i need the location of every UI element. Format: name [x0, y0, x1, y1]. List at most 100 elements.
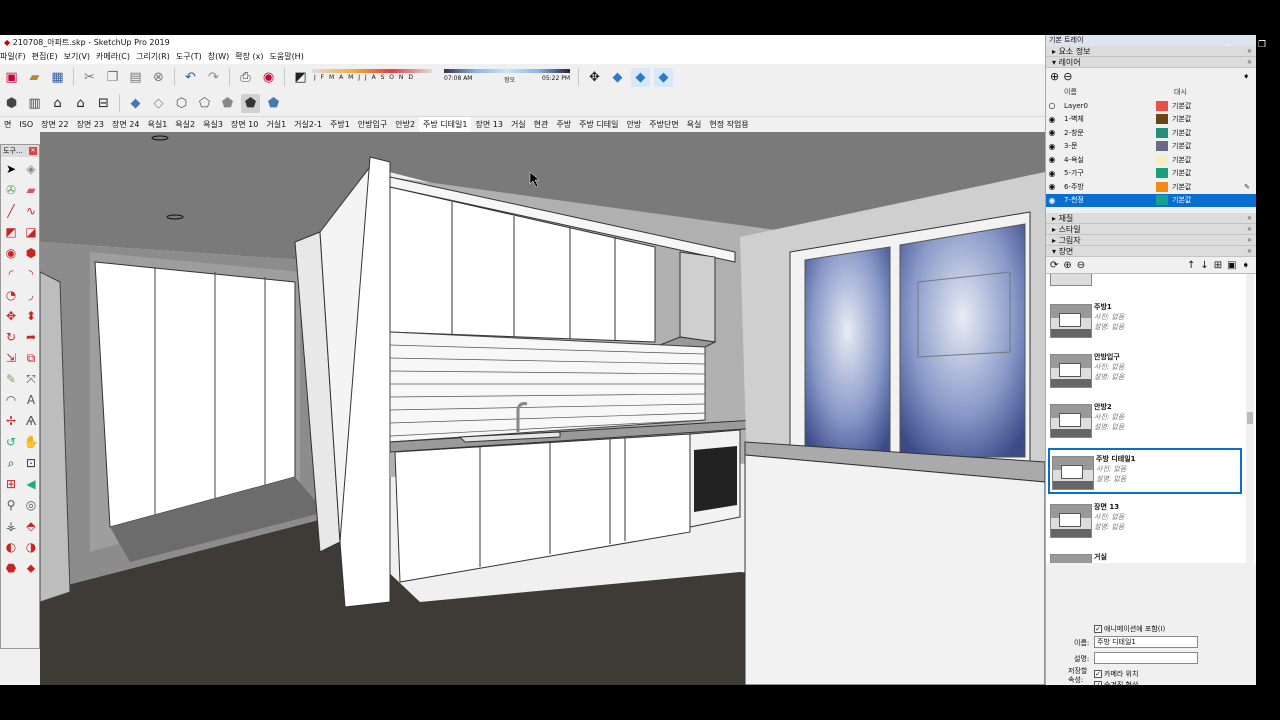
iso-view-icon[interactable]: ⬢ — [2, 94, 21, 113]
layer-dash[interactable]: 기본값 — [1172, 195, 1232, 205]
walk-tool-icon[interactable]: ⚶ — [2, 517, 20, 535]
menu-draw[interactable]: 그리기(R) — [136, 50, 176, 64]
scene-tab[interactable]: 현정 작업용 — [705, 117, 752, 132]
layer-row[interactable]: ◉ 2-창문 기본값 — [1046, 126, 1256, 140]
scene-tab[interactable]: 거실1 — [262, 117, 290, 132]
eye-icon[interactable]: ◉ — [1046, 142, 1058, 151]
layer-dash[interactable]: 기본값 — [1172, 155, 1232, 165]
undo-icon[interactable]: ↶ — [181, 68, 200, 87]
scene-tab[interactable]: 안방 — [622, 117, 645, 132]
select-tool-icon[interactable]: ➤ — [2, 160, 20, 178]
shaded-textures-icon[interactable]: ⬟ — [241, 93, 260, 113]
monochrome-icon[interactable]: ⬟ — [264, 94, 283, 113]
checkbox-icon[interactable]: ✓ — [1094, 624, 1102, 633]
eye-icon[interactable]: ◉ — [1046, 128, 1058, 137]
minimize-icon[interactable]: – — [1226, 40, 1231, 51]
layer-details-icon[interactable]: ➧ — [1242, 72, 1250, 82]
scene-tab[interactable]: 욕실2 — [171, 117, 199, 132]
layer-dash[interactable]: 기본값 — [1172, 114, 1232, 124]
layer-row[interactable]: ○ Layer0 기본값 — [1046, 99, 1256, 113]
layer-dash[interactable]: 기본값 — [1172, 101, 1232, 111]
offset-tool-icon[interactable]: ⧉ — [22, 349, 40, 367]
eye-icon[interactable]: ◉ — [1046, 115, 1058, 124]
top-view-icon[interactable]: ▥ — [25, 94, 44, 113]
scene-details-icon[interactable]: ➧ — [1242, 260, 1250, 271]
scene-tab[interactable]: 현관 — [530, 117, 553, 132]
line-tool-icon[interactable]: ╱ — [2, 202, 20, 220]
layer-dash[interactable]: 기본값 — [1172, 182, 1232, 192]
text-tool-icon[interactable]: A — [22, 391, 40, 409]
zoom-tool-icon[interactable]: ⌕ — [2, 454, 20, 472]
menu-view[interactable]: 보기(V) — [64, 50, 96, 64]
layer-dash[interactable]: 기본값 — [1172, 128, 1232, 138]
layer-row[interactable]: ◉ 5-가구 기본값 — [1046, 167, 1256, 181]
save-icon[interactable]: ▦ — [48, 68, 67, 87]
scene-card[interactable]: 안방2 사진: 없음 설명: 없음 — [1048, 398, 1242, 444]
component-icon-2[interactable]: ◆ — [631, 67, 650, 87]
close-icon[interactable]: ✕ — [1246, 215, 1253, 222]
save-property-checkbox[interactable]: ✓ 숨겨진 형상 — [1094, 679, 1138, 685]
add-scene-icon[interactable]: ⊕ — [1063, 260, 1071, 271]
layer-color-swatch[interactable] — [1156, 181, 1168, 192]
menu-extensions[interactable]: 확장 (x) — [235, 50, 269, 64]
scene-tab[interactable]: 거실 — [507, 117, 530, 132]
layer-dash[interactable]: 기본값 — [1172, 141, 1232, 151]
look-around-icon[interactable]: ◎ — [22, 496, 40, 514]
orbit-tool-icon[interactable]: ↺ — [2, 433, 20, 451]
close-icon[interactable]: ✕ — [1246, 237, 1253, 244]
eye-icon[interactable]: ◉ — [1046, 155, 1058, 164]
right-view-icon[interactable]: ⌂ — [71, 94, 90, 113]
menu-file[interactable]: 파일(F) — [0, 50, 32, 64]
add-layer-icon[interactable]: ⊕ — [1050, 70, 1059, 83]
extension-icon[interactable]: ⬥ — [22, 559, 40, 577]
shadow-time-slider[interactable]: 07:08 AM 정오 05:22 PM — [444, 66, 574, 88]
cut-icon[interactable]: ✂ — [80, 68, 99, 87]
component-tool-icon[interactable]: ◈ — [22, 160, 40, 178]
axes-icon[interactable]: ✥ — [585, 68, 604, 87]
scene-card[interactable]: 거실 사진: 없음 — [1048, 548, 1242, 563]
shadows-toggle-icon[interactable]: ◩ — [291, 68, 310, 87]
styles-section[interactable]: ▸ 스타일 ✕ — [1046, 224, 1256, 235]
scene-tab[interactable]: ISO — [15, 117, 37, 132]
scene-tab[interactable]: 주방 디테일 — [575, 117, 622, 132]
close-icon[interactable]: ✕ — [1246, 248, 1253, 255]
menu-camera[interactable]: 카메라(C) — [96, 50, 136, 64]
layer-color-swatch[interactable] — [1156, 168, 1168, 179]
layer-color-swatch[interactable] — [1156, 154, 1168, 165]
layer-color-swatch[interactable] — [1156, 100, 1168, 111]
layer-name[interactable]: 1-벽체 — [1058, 114, 1156, 124]
scene-tab[interactable]: 장면 13 — [471, 117, 506, 132]
restore-icon[interactable]: ❐ — [1258, 40, 1266, 50]
open-icon[interactable]: ▰ — [25, 68, 44, 87]
freehand-tool-icon[interactable]: ∿ — [22, 202, 40, 220]
scale-tool-icon[interactable]: ⇲ — [2, 349, 20, 367]
move-scene-down-icon[interactable]: ↓ — [1200, 260, 1208, 271]
protractor-icon[interactable]: ◠ — [2, 391, 20, 409]
print-icon[interactable]: ⎙ — [236, 68, 255, 87]
zoom-extents-icon[interactable]: ⊞ — [2, 475, 20, 493]
eraser-icon[interactable]: ▰ — [22, 181, 40, 199]
layer-row[interactable]: ◉ 1-벽체 기본값 — [1046, 113, 1256, 127]
checkbox-icon[interactable]: ✓ — [1094, 680, 1102, 685]
close-icon[interactable]: ✕ — [1246, 226, 1253, 233]
layer-color-swatch[interactable] — [1156, 127, 1168, 138]
scene-tab[interactable]: 주방단면 — [645, 117, 682, 132]
layer-name[interactable]: 3-문 — [1058, 141, 1156, 151]
close-icon[interactable]: ✕ — [29, 147, 37, 155]
back-edges-icon[interactable]: ◇ — [149, 94, 168, 113]
redo-icon[interactable]: ↷ — [204, 68, 223, 87]
checkbox-icon[interactable]: ✓ — [1094, 669, 1102, 678]
arc3-tool-icon[interactable]: ◞ — [22, 286, 40, 304]
sandbox-icon-1[interactable]: ◐ — [2, 538, 20, 556]
layer-name[interactable]: Layer0 — [1058, 102, 1156, 110]
tape-measure-icon[interactable]: ✎ — [2, 370, 20, 388]
radio-icon[interactable]: ○ — [1046, 101, 1058, 110]
scene-tab[interactable]: 장면 24 — [108, 117, 143, 132]
view-options-icon[interactable]: ⊞ — [1214, 260, 1222, 271]
scene-tab[interactable]: 욕실 — [683, 117, 706, 132]
follow-me-icon[interactable]: ➦ — [22, 328, 40, 346]
menu-tools[interactable]: 도구(T) — [176, 50, 208, 64]
arc2-tool-icon[interactable]: ◝ — [22, 265, 40, 283]
include-animation-checkbox[interactable]: ✓ 애니메이션에 포함(I) — [1094, 623, 1165, 634]
shadow-month-slider[interactable]: J F M A M J J A S O N D — [312, 66, 432, 88]
